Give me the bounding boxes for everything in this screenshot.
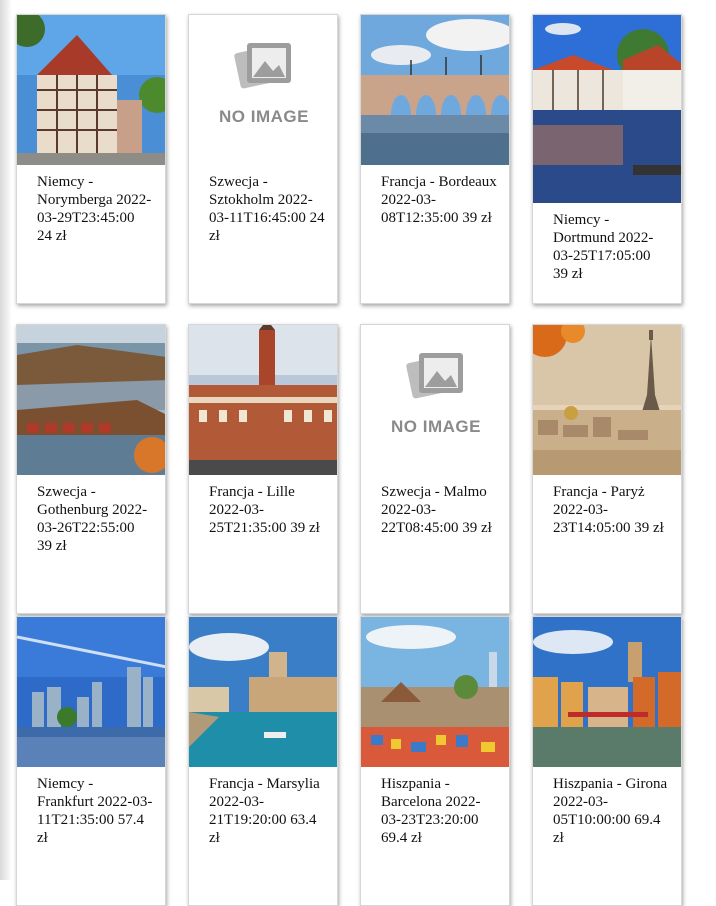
offer-card[interactable]: Niemcy - Frankfurt 2022-03-11T21:35:00 5…: [16, 616, 166, 906]
offer-card[interactable]: Szwecja - Gothenburg 2022-03-26T22:55:00…: [16, 324, 166, 614]
offer-card[interactable]: Niemcy - Norymberga 2022-03-29T23:45:00 …: [16, 14, 166, 304]
offer-photo-lille[interactable]: [189, 325, 338, 475]
offer-caption: Francja - Bordeaux 2022-03-08T12:35:00 3…: [381, 174, 497, 226]
offer-caption: Szwecja - Gothenburg 2022-03-26T22:55:00…: [37, 484, 148, 554]
offer-caption: Niemcy - Dortmund 2022-03-25T17:05:00 39…: [553, 212, 654, 282]
offer-card[interactable]: Francja - Bordeaux 2022-03-08T12:35:00 3…: [360, 14, 510, 304]
offer-photo-girona[interactable]: [533, 617, 682, 767]
no-image-label: NO IMAGE: [219, 107, 309, 126]
offer-card[interactable]: Hiszpania - Barcelona 2022-03-23T23:20:0…: [360, 616, 510, 906]
offer-caption: Hiszpania - Girona 2022-03-05T10:00:00 6…: [553, 776, 668, 846]
offer-photo-paris[interactable]: [533, 325, 682, 475]
offer-caption: Hiszpania - Barcelona 2022-03-23T23:20:0…: [381, 776, 481, 846]
offer-card[interactable]: Niemcy - Dortmund 2022-03-25T17:05:00 39…: [532, 14, 682, 304]
offer-card[interactable]: Francja - Paryż 2022-03-23T14:05:00 39 z…: [532, 324, 682, 614]
offer-photo-frankfurt[interactable]: [17, 617, 166, 767]
no-image-placeholder[interactable]: NO IMAGE: [189, 15, 337, 165]
no-image-label: NO IMAGE: [391, 417, 481, 436]
offer-photo-dortmund[interactable]: [533, 15, 682, 203]
offer-caption: Niemcy - Norymberga 2022-03-29T23:45:00 …: [37, 174, 152, 244]
image-placeholder-icon: [234, 43, 291, 89]
offer-caption: Francja - Lille 2022-03-25T21:35:00 39 z…: [209, 484, 320, 536]
offer-photo-nuremberg[interactable]: [17, 15, 166, 165]
offers-grid: Niemcy - Norymberga 2022-03-29T23:45:00 …: [0, 0, 716, 906]
offer-card[interactable]: Francja - Lille 2022-03-25T21:35:00 39 z…: [188, 324, 338, 614]
offer-caption: Francja - Marsylia 2022-03-21T19:20:00 6…: [209, 776, 320, 846]
offer-card[interactable]: NO IMAGE Szwecja - Sztokholm 2022-03-11T…: [188, 14, 338, 304]
offer-card[interactable]: NO IMAGE Szwecja - Malmo 2022-03-22T08:4…: [360, 324, 510, 614]
offer-photo-gothenburg[interactable]: [17, 325, 166, 475]
offer-caption: Francja - Paryż 2022-03-23T14:05:00 39 z…: [553, 484, 664, 536]
image-placeholder-icon: [406, 353, 463, 399]
offer-photo-marseille[interactable]: [189, 617, 338, 767]
offer-caption: Szwecja - Malmo 2022-03-22T08:45:00 39 z…: [381, 484, 492, 536]
no-image-placeholder[interactable]: NO IMAGE: [361, 325, 509, 475]
offer-photo-barcelona[interactable]: [361, 617, 510, 767]
offer-card[interactable]: Hiszpania - Girona 2022-03-05T10:00:00 6…: [532, 616, 682, 906]
offer-photo-bordeaux[interactable]: [361, 15, 510, 165]
offer-card[interactable]: Francja - Marsylia 2022-03-21T19:20:00 6…: [188, 616, 338, 906]
offer-caption: Szwecja - Sztokholm 2022-03-11T16:45:00 …: [209, 174, 325, 244]
offer-caption: Niemcy - Frankfurt 2022-03-11T21:35:00 5…: [37, 776, 153, 846]
